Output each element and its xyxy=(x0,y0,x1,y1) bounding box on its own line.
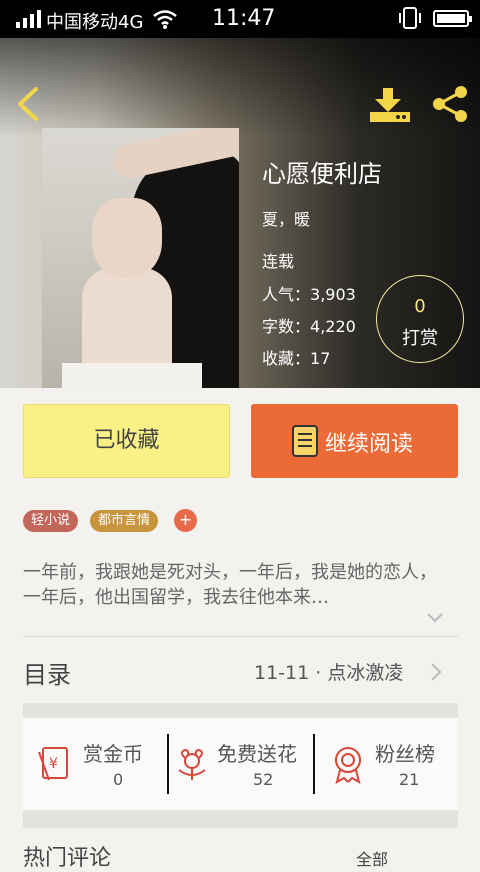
book-description[interactable]: 一年前，我跟她是死对头，一年后，我是她的恋人，一年后，他出国留学，我去往他本来… xyxy=(23,560,449,610)
free-flower-label: 免费送花 xyxy=(217,742,297,766)
popularity-label: 人气： xyxy=(262,285,311,304)
all-comments-link[interactable]: 全部 xyxy=(356,846,388,870)
wifi-icon xyxy=(153,10,177,29)
book-author[interactable]: 夏，暖 xyxy=(262,206,310,230)
download-icon[interactable] xyxy=(368,86,412,124)
clock: 11:47 xyxy=(212,6,276,31)
reward-count: 0 xyxy=(414,296,426,317)
fan-ranking-label: 粉丝榜 xyxy=(375,742,435,766)
divider xyxy=(23,636,458,637)
latest-chapter: 11-11 · 点冰激凌 xyxy=(254,662,404,684)
section-gap xyxy=(23,703,458,718)
battery-icon xyxy=(433,10,472,27)
collected-button[interactable]: 已收藏 xyxy=(23,404,230,478)
section-gap xyxy=(23,810,458,828)
add-tag-button[interactable]: + xyxy=(174,509,197,532)
flower-icon xyxy=(178,748,206,780)
carrier-label: 中国移动4G xyxy=(46,12,144,33)
word-count-value: 4,220 xyxy=(310,317,356,336)
reward-label: 打赏 xyxy=(402,328,438,349)
chevron-right-icon xyxy=(431,663,442,681)
book-title: 心愿便利店 xyxy=(262,160,382,188)
popularity-stat: 人气：3,903 xyxy=(262,281,356,305)
word-count-stat: 字数：4,220 xyxy=(262,313,356,337)
chevron-down-icon[interactable] xyxy=(426,612,444,624)
continue-reading-button[interactable]: 继续阅读 xyxy=(251,404,458,478)
support-stats-panel: ¥ 赏金币 0 免费送花 52 粉丝榜 21 xyxy=(23,718,458,810)
svg-text:¥: ¥ xyxy=(49,756,58,772)
back-icon[interactable] xyxy=(14,86,42,122)
favorites-label: 收藏： xyxy=(262,349,311,368)
free-flower-value: 52 xyxy=(253,770,274,789)
gold-coin-value: 0 xyxy=(113,770,124,789)
continue-reading-label: 继续阅读 xyxy=(325,432,414,457)
book-status: 连载 xyxy=(262,252,295,271)
favorites-stat: 收藏：17 xyxy=(262,345,330,369)
fan-ranking-cell[interactable]: 粉丝榜 21 xyxy=(315,718,458,810)
free-flower-cell[interactable]: 免费送花 52 xyxy=(169,718,314,810)
book-cover[interactable] xyxy=(42,128,239,388)
tag-urban-romance[interactable]: 都市言情 xyxy=(90,510,159,532)
gold-coin-label: 赏金币 xyxy=(83,742,143,766)
gold-coin-reward-cell[interactable]: ¥ 赏金币 0 xyxy=(23,718,168,810)
hot-comments-heading: 热门评论 xyxy=(23,846,112,871)
vibrate-icon xyxy=(399,7,421,29)
reward-button[interactable]: 0 打赏 xyxy=(376,275,464,363)
popularity-value: 3,903 xyxy=(310,285,356,304)
favorites-value: 17 xyxy=(310,349,331,368)
signal-icon xyxy=(16,10,41,28)
red-envelope-icon: ¥ xyxy=(38,747,68,781)
book-header: 心愿便利店 夏，暖 连载 人气：3,903 字数：4,220 收藏：17 0 打… xyxy=(0,38,480,388)
tag-light-novel[interactable]: 轻小说 xyxy=(23,510,79,532)
fan-ranking-value: 21 xyxy=(399,770,420,789)
book-icon xyxy=(292,425,318,457)
medal-icon xyxy=(335,747,361,784)
share-icon[interactable] xyxy=(430,84,470,124)
toc-label: 目录 xyxy=(23,661,71,689)
status-bar: 中国移动4G 11:47 xyxy=(0,0,480,38)
word-count-label: 字数： xyxy=(262,317,311,336)
